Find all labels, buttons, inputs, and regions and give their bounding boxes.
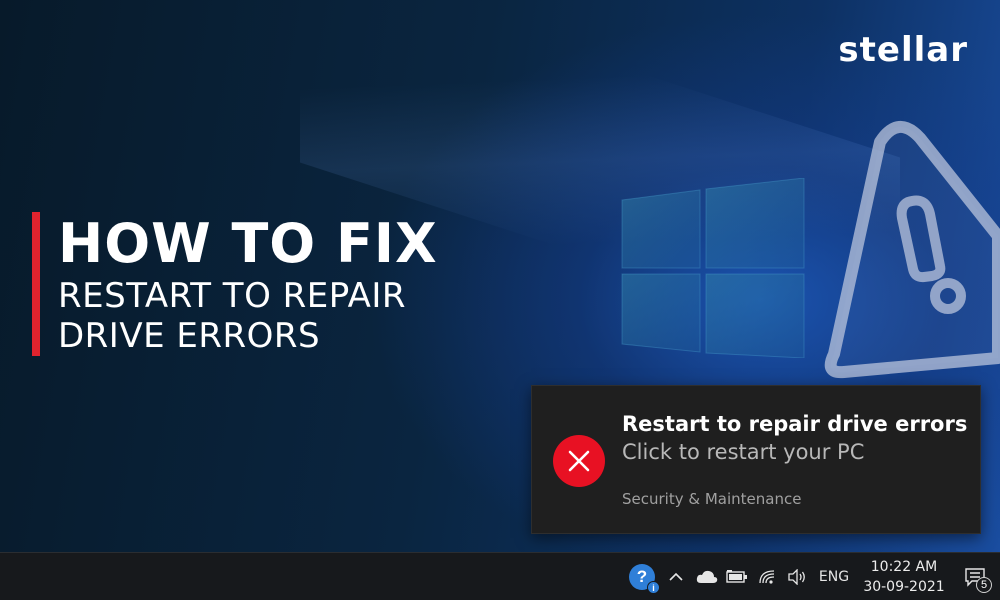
- language-button[interactable]: ENG: [814, 553, 854, 600]
- clock-date: 30-09-2021: [863, 579, 945, 595]
- clock: 10:22 AM 30-09-2021: [863, 557, 944, 597]
- notification-toast[interactable]: Restart to repair drive errors Click to …: [531, 385, 981, 534]
- headline-block: HOW TO FIX RESTART TO REPAIR DRIVE ERROR…: [32, 212, 438, 356]
- headline-main: HOW TO FIX: [58, 212, 438, 275]
- notifications-icon: 5: [964, 567, 992, 593]
- windows-logo-icon: [621, 178, 805, 358]
- desktop-background: stellar HOW TO FIX RESTART TO REPAIR DRI…: [0, 0, 1000, 552]
- error-circle-icon: [553, 435, 605, 487]
- toast-body: Click to restart your PC: [622, 440, 865, 464]
- headline-sub-line1: RESTART TO REPAIR: [58, 276, 406, 316]
- toast-source: Security & Maintenance: [622, 490, 802, 508]
- clock-time: 10:22 AM: [870, 559, 938, 575]
- battery-tray-button[interactable]: [724, 553, 750, 600]
- help-icon: ? i: [629, 564, 660, 594]
- cloud-icon: [696, 570, 718, 583]
- action-center-button[interactable]: 5: [958, 553, 992, 600]
- network-tray-button[interactable]: [754, 553, 780, 600]
- volume-tray-button[interactable]: [784, 553, 810, 600]
- show-hidden-icons-button[interactable]: [664, 553, 688, 600]
- battery-icon: [726, 570, 747, 583]
- headline-sub-line2: DRIVE ERRORS: [58, 316, 321, 356]
- language-label: ENG: [818, 569, 850, 585]
- notification-count-badge: 5: [976, 577, 992, 593]
- volume-icon: [788, 569, 805, 585]
- clock-button[interactable]: 10:22 AM 30-09-2021: [858, 553, 950, 600]
- taskbar: ? i ENG 10:22 AM 30-09-2021 5: [0, 552, 1000, 600]
- help-tray-button[interactable]: ? i: [626, 553, 660, 600]
- toast-title: Restart to repair drive errors: [622, 412, 968, 436]
- chevron-up-icon: [669, 572, 683, 581]
- warning-triangle-icon: [824, 121, 1000, 379]
- stellar-logo: stellar: [838, 30, 968, 70]
- onedrive-tray-button[interactable]: [694, 553, 720, 600]
- wifi-icon: [759, 570, 775, 584]
